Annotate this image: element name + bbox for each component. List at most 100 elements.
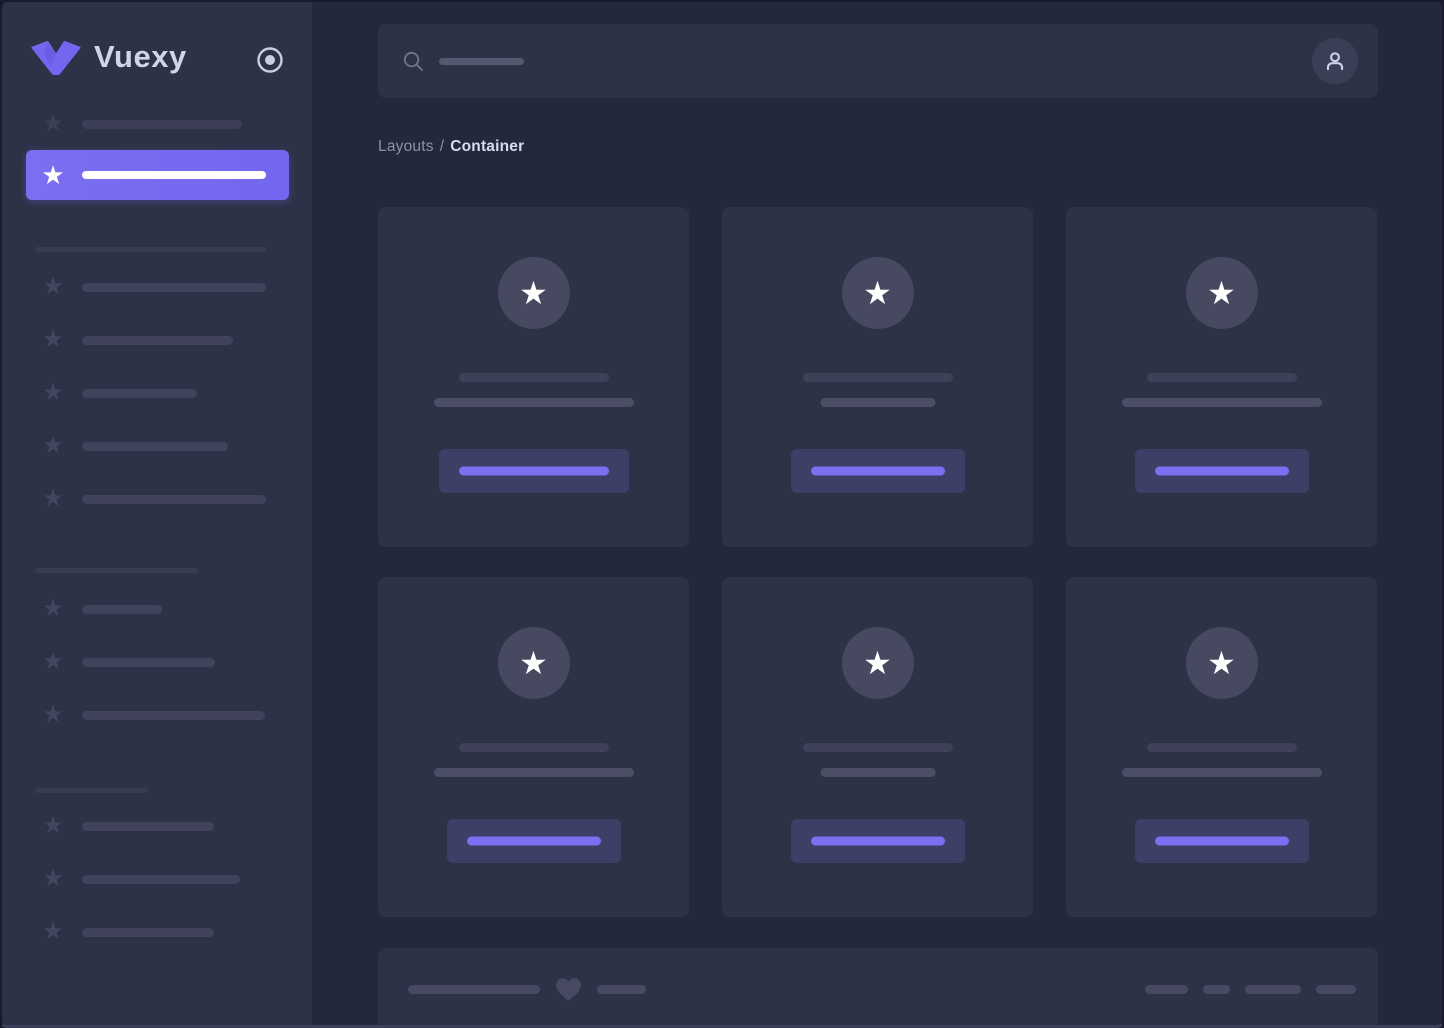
star-icon: ★ (863, 275, 892, 311)
sidebar-item[interactable]: ★ (2, 275, 312, 299)
footer-links (1145, 984, 1356, 994)
sidebar-item[interactable]: ★ (2, 597, 312, 621)
menu-section-skeleton (35, 788, 148, 793)
sidebar: Vuexy ★ ★ ★ ★ ★ ★ ★ ★ ★ ★ ★ ★ ★ (2, 2, 312, 1025)
star-icon: ★ (42, 865, 64, 892)
card-subtitle-skeleton (433, 398, 634, 407)
card-action-button[interactable] (790, 819, 965, 863)
star-icon: ★ (1207, 645, 1236, 681)
card-action-button[interactable] (438, 449, 629, 493)
sidebar-item[interactable]: ★ (2, 814, 312, 838)
card-action-button[interactable] (446, 819, 621, 863)
card: ★ (378, 577, 689, 917)
menu-item-label-skeleton (82, 658, 215, 667)
breadcrumb-separator: / (439, 138, 445, 155)
user-avatar[interactable] (1312, 38, 1358, 84)
menu-item-label-skeleton (82, 928, 214, 937)
card: ★ (1066, 207, 1377, 547)
menu-item-label-skeleton (82, 875, 240, 884)
card-avatar: ★ (1185, 257, 1258, 329)
card-avatar: ★ (497, 257, 570, 329)
card: ★ (722, 577, 1033, 917)
heart-icon (556, 977, 581, 1001)
user-icon (1326, 52, 1344, 71)
sidebar-item[interactable]: ★ (2, 328, 312, 352)
menu-item-label-skeleton (82, 389, 197, 398)
card-title-skeleton (802, 743, 953, 752)
card-avatar: ★ (1185, 627, 1258, 699)
star-icon: ★ (41, 160, 65, 190)
button-label-skeleton (810, 466, 945, 476)
footer-link-skeleton (1203, 984, 1230, 994)
card-action-button[interactable] (1134, 449, 1309, 493)
menu-item-label-skeleton (82, 442, 228, 451)
footer-text-skeleton (408, 984, 540, 994)
star-icon: ★ (42, 379, 64, 406)
menu-item-label-skeleton (82, 283, 266, 292)
footer-row (408, 976, 1356, 1002)
sidebar-item[interactable]: ★ (2, 381, 312, 405)
star-icon: ★ (42, 595, 64, 622)
card-title-skeleton (458, 373, 609, 382)
sidebar-item[interactable]: ★ (2, 920, 312, 944)
card: ★ (378, 207, 689, 547)
card-action-button[interactable] (1134, 819, 1309, 863)
card-avatar: ★ (841, 257, 914, 329)
breadcrumb-current: Container (450, 138, 525, 155)
main-area: Layouts / Container ★ ★ ★ ★ ★ ★ (312, 2, 1442, 1025)
star-icon: ★ (519, 275, 548, 311)
button-label-skeleton (1154, 466, 1289, 476)
card-subtitle-skeleton (433, 768, 634, 777)
card-grid: ★ ★ ★ ★ ★ ★ (378, 207, 1378, 917)
star-icon: ★ (42, 918, 64, 945)
card-title-skeleton (1146, 373, 1297, 382)
card-subtitle-skeleton (1121, 768, 1322, 777)
sidebar-item[interactable]: ★ (2, 487, 312, 511)
sidebar-item[interactable]: ★ (2, 650, 312, 674)
button-label-skeleton (466, 836, 601, 846)
sidebar-item[interactable]: ★ (2, 867, 312, 891)
menu-item-label-skeleton (82, 171, 266, 179)
footer-card (378, 948, 1378, 1025)
card-subtitle-skeleton (820, 398, 935, 407)
menu-item-label-skeleton (82, 711, 265, 720)
footer-link-skeleton (1245, 984, 1301, 994)
card-title-skeleton (802, 373, 953, 382)
card-subtitle-skeleton (820, 768, 935, 777)
sidebar-item[interactable]: ★ (2, 703, 312, 727)
menu-section-skeleton (35, 247, 266, 252)
star-icon: ★ (42, 110, 64, 137)
search-bar[interactable] (378, 24, 1378, 98)
star-icon: ★ (42, 326, 64, 353)
star-icon: ★ (42, 648, 64, 675)
breadcrumb: Layouts / Container (378, 138, 1378, 156)
menu-section-skeleton (35, 568, 198, 573)
sidebar-menu: ★ ★ ★ ★ ★ ★ ★ ★ ★ ★ ★ ★ ★ (2, 2, 312, 1025)
button-label-skeleton (1154, 836, 1289, 846)
star-icon: ★ (42, 812, 64, 839)
menu-item-label-skeleton (82, 605, 162, 614)
card-action-button[interactable] (790, 449, 965, 493)
card: ★ (1066, 577, 1377, 917)
sidebar-item[interactable]: ★ (2, 112, 312, 136)
breadcrumb-section[interactable]: Layouts (378, 138, 434, 155)
menu-item-label-skeleton (82, 120, 242, 129)
button-label-skeleton (810, 836, 945, 846)
sidebar-item[interactable]: ★ (2, 434, 312, 458)
card: ★ (722, 207, 1033, 547)
card-title-skeleton (458, 743, 609, 752)
star-icon: ★ (1207, 275, 1236, 311)
star-icon: ★ (519, 645, 548, 681)
star-icon: ★ (42, 485, 64, 512)
sidebar-item-active[interactable]: ★ (26, 150, 289, 200)
star-icon: ★ (42, 273, 64, 300)
card-avatar: ★ (497, 627, 570, 699)
search-placeholder-skeleton (439, 57, 524, 65)
menu-item-label-skeleton (82, 336, 233, 345)
card-title-skeleton (1146, 743, 1297, 752)
footer-link-skeleton (1316, 984, 1356, 994)
card-subtitle-skeleton (1121, 398, 1322, 407)
search-icon (403, 51, 424, 71)
menu-item-label-skeleton (82, 495, 266, 504)
card-avatar: ★ (841, 627, 914, 699)
